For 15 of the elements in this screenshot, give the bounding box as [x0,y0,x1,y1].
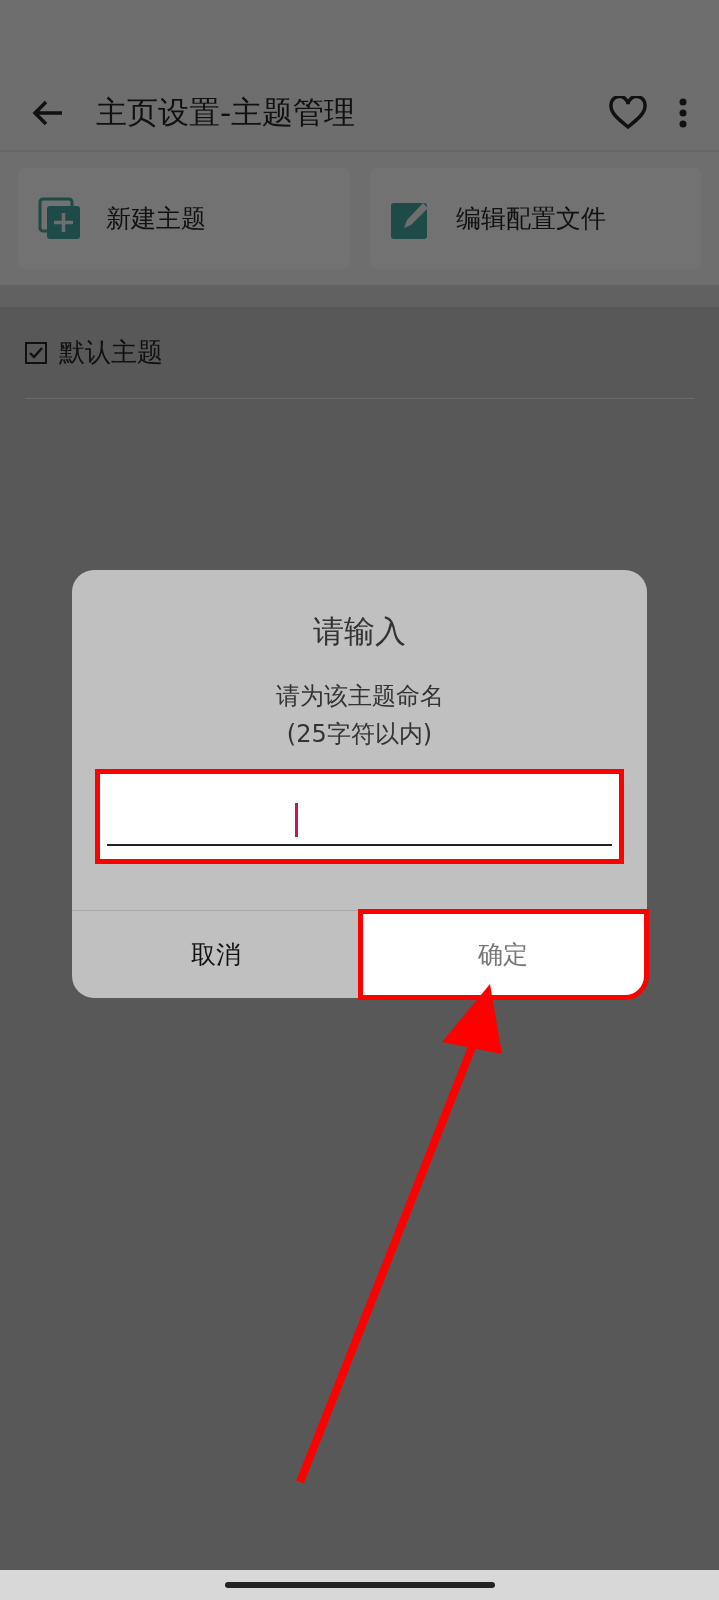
dialog-button[interactable]: 取消 [72,911,360,998]
add-copy-icon [38,196,82,241]
dialog-title: 请输入 [312,612,407,651]
dialog-message: 请为该主题命名 (25字符以内) [274,680,445,750]
back-icon[interactable] [32,98,64,127]
action-button[interactable]: 新建主题 [18,168,350,269]
text-cursor [295,803,298,837]
checkbox[interactable] [25,341,47,364]
screen-title: 主页设置-主题管理 [96,93,357,133]
dialog-button[interactable]: 确定 [359,911,647,998]
more-icon[interactable] [679,97,687,128]
theme-label: 默认主题 [59,336,163,369]
action-button[interactable]: 编辑配置文件 [369,168,701,269]
input-field[interactable] [97,770,622,862]
heart-icon[interactable] [609,95,647,130]
